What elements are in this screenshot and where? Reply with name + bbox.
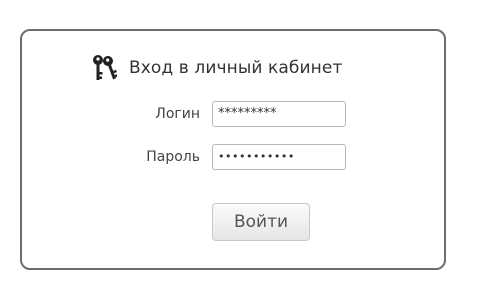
page-title: Вход в личный кабинет bbox=[129, 58, 343, 78]
password-label: Пароль bbox=[146, 149, 200, 165]
password-input[interactable]: ••••••••••• bbox=[212, 144, 346, 170]
login-header: Вход в личный кабинет bbox=[91, 53, 342, 83]
login-label: Логин bbox=[155, 106, 200, 122]
keys-icon bbox=[91, 53, 118, 83]
login-input[interactable]: ********* bbox=[212, 101, 346, 127]
login-button[interactable]: Войти bbox=[212, 203, 310, 241]
login-panel: Вход в личный кабинет Логин ********* Па… bbox=[20, 29, 446, 270]
